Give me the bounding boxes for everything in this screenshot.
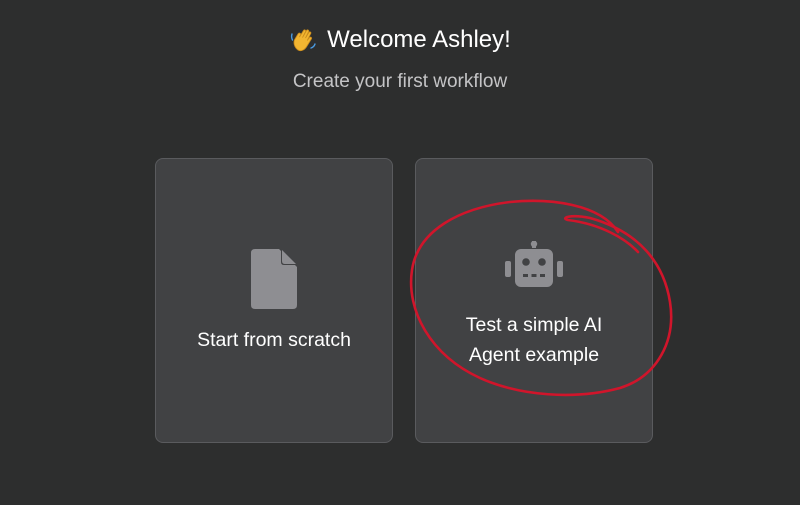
robot-icon <box>505 241 563 287</box>
welcome-heading: Welcome Ashley! <box>0 26 800 54</box>
start-from-scratch-card[interactable]: Start from scratch <box>155 158 393 443</box>
ai-agent-example-label: Test a simple AI Agent example <box>465 314 603 366</box>
ai-agent-example-card[interactable]: Test a simple AI Agent example <box>415 158 653 443</box>
welcome-text: Welcome Ashley! <box>327 26 511 53</box>
welcome-page: Welcome Ashley! Create your first workfl… <box>0 0 800 505</box>
document-icon <box>251 249 297 309</box>
start-from-scratch-label: Start from scratch <box>197 329 351 351</box>
waving-hand-icon <box>291 29 316 52</box>
page-subtitle: Create your first workflow <box>292 71 508 92</box>
